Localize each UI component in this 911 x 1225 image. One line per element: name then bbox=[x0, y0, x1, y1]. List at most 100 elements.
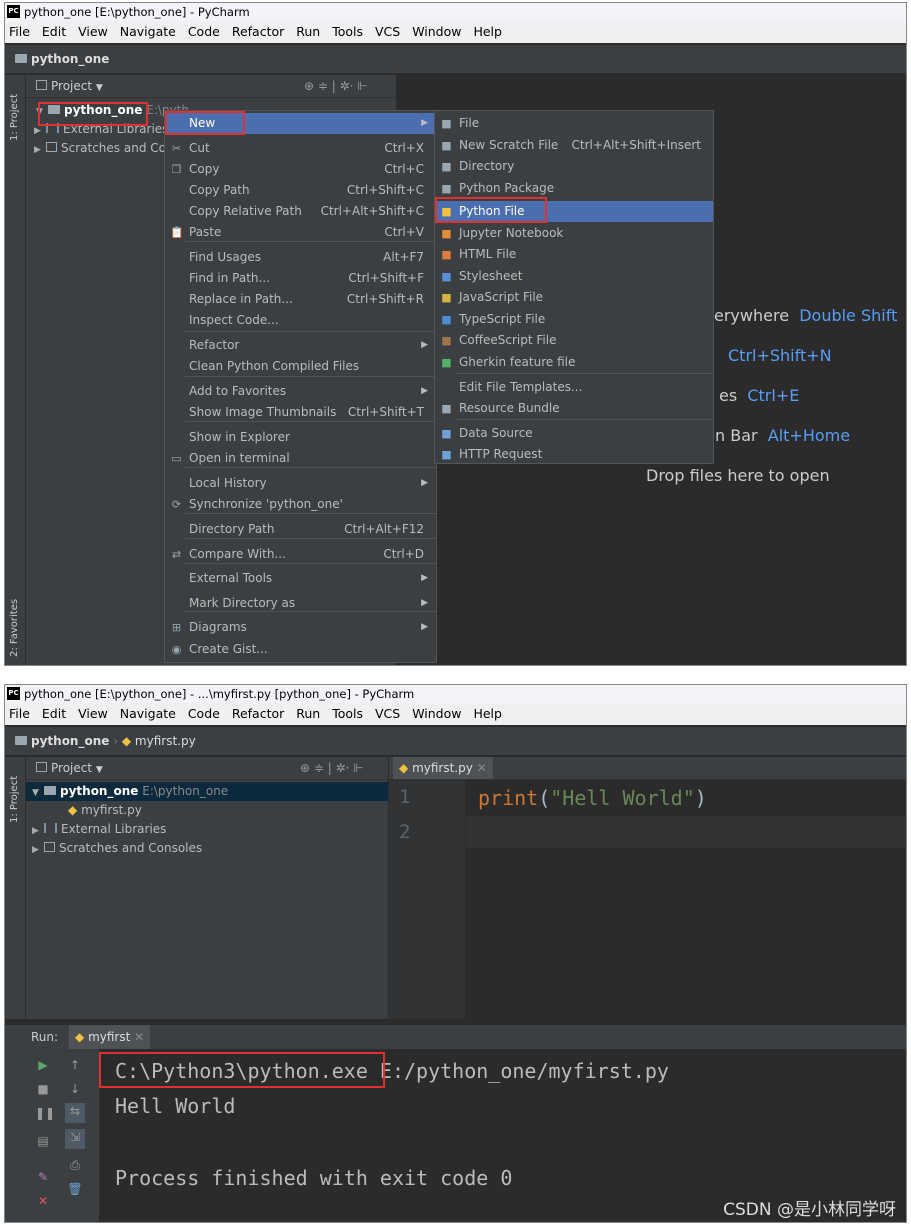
context-menu-item[interactable]: Find in Path... Ctrl+Shift+F bbox=[165, 268, 436, 289]
expand-icon[interactable]: ▶ bbox=[34, 141, 46, 160]
menu-window[interactable]: Window bbox=[412, 706, 461, 721]
tree-scratches[interactable]: ▶ Scratches and Co bbox=[34, 139, 166, 158]
menu-tools[interactable]: Tools bbox=[332, 24, 363, 39]
pause-icon[interactable]: ❚❚ bbox=[35, 1105, 55, 1121]
new-submenu-item[interactable]: ■ HTTP Request bbox=[435, 444, 713, 465]
nav-file[interactable]: myfirst.py bbox=[135, 734, 196, 748]
menu-help[interactable]: Help bbox=[473, 24, 502, 39]
down-arrow-icon[interactable]: ↓ bbox=[67, 1081, 83, 1097]
context-menu-item[interactable]: Clean Python Compiled Files bbox=[165, 356, 436, 377]
pin-icon[interactable]: ✎ bbox=[35, 1169, 51, 1185]
trash-icon[interactable]: 🗑 bbox=[67, 1181, 83, 1197]
menu-refactor[interactable]: Refactor bbox=[232, 24, 284, 39]
close-icon[interactable]: ✕ bbox=[477, 761, 487, 775]
tree-scratches[interactable]: ▶ Scratches and Consoles bbox=[32, 839, 202, 858]
menu-file[interactable]: File bbox=[9, 706, 30, 721]
nav-project[interactable]: python_one bbox=[31, 734, 109, 748]
menu-window[interactable]: Window bbox=[412, 24, 461, 39]
context-menu-item[interactable]: Copy Relative Path Ctrl+Alt+Shift+C bbox=[165, 201, 436, 222]
menu-view[interactable]: View bbox=[78, 706, 108, 721]
scroll-end-icon[interactable]: ⇲ bbox=[65, 1129, 85, 1149]
context-menu-item[interactable]: Show Image Thumbnails Ctrl+Shift+T bbox=[165, 402, 436, 423]
menu-navigate[interactable]: Navigate bbox=[120, 24, 176, 39]
close-icon[interactable]: ✕ bbox=[35, 1193, 51, 1209]
menu-code[interactable]: Code bbox=[188, 706, 220, 721]
context-menu-item[interactable]: Directory Path Ctrl+Alt+F12 bbox=[165, 519, 436, 540]
new-submenu-item-label: HTML File bbox=[459, 247, 517, 261]
menu-run[interactable]: Run bbox=[296, 706, 320, 721]
code-editor[interactable]: print("Hell World") bbox=[466, 780, 906, 1019]
new-submenu-item[interactable]: ■ Gherkin feature file bbox=[435, 352, 713, 373]
new-submenu-item[interactable]: ■ TypeScript File bbox=[435, 309, 713, 330]
panel-tools-icons[interactable]: ⊕ ≑ | ✲· ⊩ bbox=[300, 757, 364, 779]
context-menu-item[interactable]: ◉ Create Gist... bbox=[165, 639, 436, 660]
context-menu-item[interactable]: Refactor ▶ bbox=[165, 335, 436, 356]
chevron-down-icon[interactable]: ▼ bbox=[96, 83, 103, 93]
context-menu-item[interactable]: Copy Path Ctrl+Shift+C bbox=[165, 180, 436, 201]
menu-vcs[interactable]: VCS bbox=[375, 706, 400, 721]
layout-icon[interactable]: ▤ bbox=[35, 1133, 51, 1149]
menu-file[interactable]: File bbox=[9, 24, 30, 39]
new-submenu-item-label: CoffeeScript File bbox=[459, 333, 557, 347]
new-submenu-item[interactable]: ■ Directory bbox=[435, 156, 713, 177]
menu-vcs[interactable]: VCS bbox=[375, 24, 400, 39]
nav-project[interactable]: python_one bbox=[31, 52, 109, 66]
soft-wrap-icon[interactable]: ⇆ bbox=[65, 1103, 85, 1123]
menu-view[interactable]: View bbox=[78, 24, 108, 39]
context-menu-item[interactable]: 📋 Paste Ctrl+V bbox=[165, 222, 436, 243]
menu-refactor[interactable]: Refactor bbox=[232, 706, 284, 721]
stop-icon[interactable]: ■ bbox=[35, 1081, 51, 1097]
menu-run[interactable]: Run bbox=[296, 24, 320, 39]
context-menu-item[interactable]: ❐ Copy Ctrl+C bbox=[165, 159, 436, 180]
up-arrow-icon[interactable]: ↑ bbox=[67, 1057, 83, 1073]
menu-tools[interactable]: Tools bbox=[332, 706, 363, 721]
context-menu-item[interactable]: Find Usages Alt+F7 bbox=[165, 247, 436, 268]
favorites-tool-tab[interactable]: 2: Favorites bbox=[9, 599, 20, 657]
context-menu-item[interactable]: Show in Explorer bbox=[165, 427, 436, 448]
expand-icon[interactable]: ▼ bbox=[32, 784, 44, 803]
new-submenu-item[interactable]: ■ New Scratch File Ctrl+Alt+Shift+Insert bbox=[435, 135, 713, 156]
context-menu-item[interactable]: ▭ Open in terminal bbox=[165, 448, 436, 469]
editor-tab-myfirst[interactable]: ◆ myfirst.py ✕ bbox=[393, 757, 493, 779]
project-panel-title[interactable]: Project bbox=[51, 761, 92, 775]
context-menu-item[interactable]: ⇄ Compare With... Ctrl+D bbox=[165, 544, 436, 565]
menu-navigate[interactable]: Navigate bbox=[120, 706, 176, 721]
menu-separator bbox=[185, 563, 436, 564]
context-menu-item[interactable]: ⟳ Synchronize 'python_one' bbox=[165, 494, 436, 515]
context-menu-item[interactable]: External Tools ▶ bbox=[165, 568, 436, 589]
expand-icon[interactable]: ▶ bbox=[32, 841, 44, 860]
editor-tabs: ◆ myfirst.py ✕ bbox=[389, 757, 906, 780]
new-submenu-item[interactable]: ■ HTML File bbox=[435, 244, 713, 265]
tree-file[interactable]: ◆ myfirst.py bbox=[68, 801, 142, 820]
run-tab[interactable]: ◆ myfirst ✕ bbox=[69, 1025, 151, 1049]
new-submenu-item[interactable]: ■ Resource Bundle bbox=[435, 398, 713, 419]
new-submenu-item[interactable]: ■ Python Package bbox=[435, 178, 713, 199]
tree-root[interactable]: ▼ python_one E:\python_one bbox=[26, 782, 388, 801]
menu-edit[interactable]: Edit bbox=[42, 706, 66, 721]
panel-tools-icons[interactable]: ⊕ ≑ | ✲· ⊩ bbox=[304, 75, 368, 97]
new-submenu-item[interactable]: ■ Data Source bbox=[435, 423, 713, 444]
context-menu-item[interactable]: Add to Favorites ▶ bbox=[165, 381, 436, 402]
context-menu-item[interactable]: ✂ Cut Ctrl+X bbox=[165, 138, 436, 159]
menu-edit[interactable]: Edit bbox=[42, 24, 66, 39]
new-submenu-item[interactable]: ■ File bbox=[435, 113, 713, 134]
chevron-down-icon[interactable]: ▼ bbox=[96, 765, 103, 775]
menu-code[interactable]: Code bbox=[188, 24, 220, 39]
new-submenu-item[interactable]: ■ CoffeeScript File bbox=[435, 330, 713, 351]
context-menu-item[interactable]: Local History ▶ bbox=[165, 473, 436, 494]
project-panel-title[interactable]: Project bbox=[51, 79, 92, 93]
context-menu-item[interactable]: ⊞ Diagrams ▶ bbox=[165, 617, 436, 638]
context-menu-item[interactable]: Inspect Code... bbox=[165, 310, 436, 331]
context-menu-item[interactable]: Replace in Path... Ctrl+Shift+R bbox=[165, 289, 436, 310]
project-tool-tab[interactable]: 1: Project bbox=[9, 776, 20, 823]
new-submenu-item[interactable]: ■ JavaScript File bbox=[435, 287, 713, 308]
new-submenu-item[interactable]: ■ Stylesheet bbox=[435, 266, 713, 287]
tree-external-libraries[interactable]: ▶ External Libraries bbox=[32, 820, 166, 839]
new-submenu-item[interactable]: ■ Jupyter Notebook bbox=[435, 223, 713, 244]
project-tool-tab[interactable]: 1: Project bbox=[9, 94, 20, 141]
run-icon[interactable]: ▶ bbox=[35, 1057, 51, 1073]
new-submenu-item[interactable]: Edit File Templates... bbox=[435, 377, 713, 398]
print-icon[interactable]: ⎙ bbox=[67, 1157, 83, 1173]
close-icon[interactable]: ✕ bbox=[134, 1030, 144, 1044]
menu-help[interactable]: Help bbox=[473, 706, 502, 721]
